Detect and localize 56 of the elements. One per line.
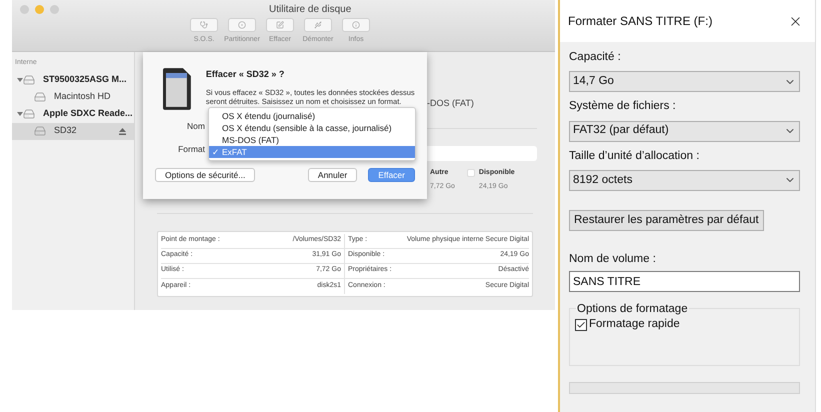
eject-icon[interactable]	[119, 128, 126, 134]
dropdown[interactable]: FAT32 (par défaut)	[569, 120, 800, 142]
menu-item-label: MS-DOS (FAT)	[222, 134, 279, 146]
checkbox-label: Formatage rapide	[589, 317, 680, 332]
field-label: Capacité :	[569, 50, 622, 65]
sidebar-item[interactable]: Macintosh HD	[12, 88, 134, 106]
sd-card-icon	[163, 68, 191, 110]
zoom-window-button[interactable]	[50, 4, 59, 14]
sheet-title: Effacer « SD32 » ?	[206, 68, 286, 81]
drive-icon	[23, 108, 35, 120]
menu-item[interactable]: OS X étendu (journalisé)	[209, 110, 415, 122]
menu-item-label: OS X étendu (sensible à la casse, journalisé)	[222, 122, 392, 134]
menu-item-label: ExFAT	[222, 146, 247, 158]
dropdown[interactable]: 8192 octets	[569, 170, 800, 191]
volume-name-field[interactable]: SANS TITRE	[569, 271, 800, 292]
sidebar-label: Apple SDXC Reade...	[43, 107, 133, 120]
toolbar-button[interactable]	[190, 18, 218, 32]
field-label: Nom de volume :	[569, 252, 657, 267]
close-window-button[interactable]	[20, 4, 29, 14]
sidebar-item[interactable]: Apple SDXC Reade...	[12, 106, 134, 122]
drive-icon	[34, 125, 46, 137]
cancel-button[interactable]: Annuler	[308, 168, 358, 182]
name-label: Nom	[187, 120, 205, 133]
toolbar-button[interactable]	[304, 18, 332, 32]
field-label: Système de fichiers :	[569, 99, 677, 114]
window-title: Utilitaire de disque	[269, 2, 352, 16]
toolbar-button[interactable]	[342, 18, 370, 32]
menu-item[interactable]: OS X étendu (sensible à la casse, journalisé)	[209, 122, 415, 134]
minimize-window-button[interactable]	[35, 4, 44, 14]
check-mark: ✓	[212, 146, 220, 157]
sidebar-item[interactable]: SD32	[12, 122, 134, 140]
sidebar-label: ST9500325ASG M...	[43, 73, 127, 86]
security-options-button[interactable]: Options de sécurité...	[155, 168, 256, 182]
drive-icon	[23, 74, 35, 86]
dropdown[interactable]: 14,7 Go	[569, 71, 800, 92]
toolbar-button[interactable]	[266, 18, 294, 32]
menu-item[interactable]: MS-DOS (FAT)	[209, 134, 415, 146]
restore-defaults-button[interactable]: Restaurer les paramètres par défaut	[569, 210, 764, 231]
sidebar-label: SD32	[54, 124, 77, 138]
sidebar-item[interactable]: ST9500325ASG M...	[12, 72, 134, 88]
info-icon	[352, 21, 360, 29]
sidebar-label: Macintosh HD	[54, 90, 111, 104]
format-label: Format	[178, 142, 205, 156]
check-icon	[576, 320, 586, 330]
pen-icon	[276, 21, 284, 29]
disclosure-triangle-icon[interactable]	[17, 77, 23, 83]
field-label: Taille d’unité d’allocation :	[569, 148, 700, 164]
plug-icon	[314, 21, 322, 29]
dialog-title: Formater SANS TITRE (F:)	[568, 13, 712, 30]
disclosure-triangle-icon[interactable]	[17, 111, 23, 117]
drive-icon	[34, 91, 46, 103]
volume-format-text: -DOS (FAT)	[427, 97, 475, 110]
checkbox[interactable]	[575, 318, 587, 331]
menu-item-label: OS X étendu (journalisé)	[222, 110, 316, 122]
toolbar-button[interactable]	[228, 18, 256, 32]
stethoscope-icon	[200, 21, 208, 29]
